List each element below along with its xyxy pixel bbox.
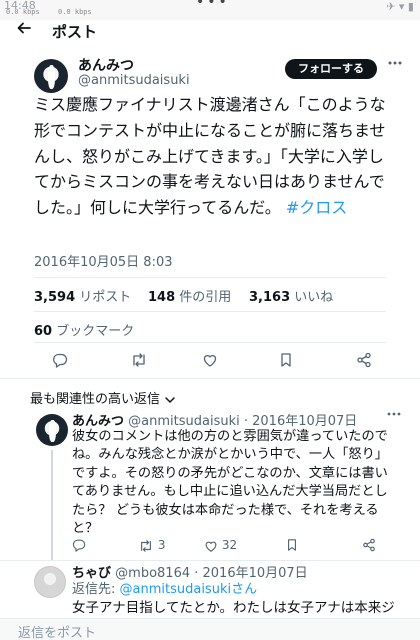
bookmarks-label: ブックマーク	[56, 324, 135, 339]
network-speed-left: 0.0 kbps	[6, 8, 40, 16]
more-options-icon[interactable]	[386, 56, 404, 70]
reply-text: 彼女のコメントは他の方のと雰囲気が違っていたのでね。みんな残念とか涙がとかいう中…	[72, 429, 388, 537]
chevron-down-icon	[164, 395, 176, 405]
reply-actions: 3 32	[72, 538, 382, 556]
tweet-text: ミス慶應ファイナリスト渡邊渚さん「このような形でコンテストが中止になることが腑に…	[34, 92, 394, 221]
reply2-reply-to: 返信先: @anmitsudaisukiさん	[72, 578, 257, 597]
reply-to-mention[interactable]: @anmitsudaisukiさん	[120, 582, 258, 597]
retweet-icon[interactable]	[130, 352, 148, 368]
share-icon[interactable]	[356, 352, 372, 368]
reply2-avatar[interactable]	[34, 566, 66, 598]
page-title: ポスト	[52, 23, 98, 41]
top-bar: ポスト	[0, 20, 420, 48]
divider	[34, 277, 386, 278]
reply-like-button[interactable]: 32	[204, 538, 237, 553]
reply-retweet-button[interactable]: 3	[138, 538, 165, 553]
reply-reply-icon[interactable]	[72, 538, 86, 552]
replies-sort-label: 最も関連性の高い返信	[30, 392, 161, 407]
bookmarks-stat[interactable]: 60 ブックマーク	[34, 320, 134, 339]
retweet-icon	[138, 539, 154, 553]
network-speed-right: 0.0 kbps	[58, 8, 92, 16]
likes-count: 3,163	[249, 290, 291, 305]
author-avatar[interactable]	[34, 59, 68, 93]
reposts-label: リポスト	[79, 290, 132, 305]
likes-label: いいね	[294, 290, 334, 305]
reply-composer[interactable]: 返信をポスト	[0, 618, 420, 640]
reply-avatar[interactable]	[36, 414, 68, 446]
reply-more-icon[interactable]	[386, 408, 402, 420]
reply-date[interactable]: · 2016年10月07日	[244, 414, 357, 429]
thread-line	[51, 450, 53, 560]
reply-to-prefix: 返信先:	[72, 582, 120, 597]
likes-stat[interactable]: 3,163 いいね	[249, 286, 333, 305]
status-icons: ✈ ▾ ▮	[386, 0, 414, 13]
like-icon	[204, 539, 218, 553]
divider	[34, 311, 386, 312]
author-name[interactable]: あんみつ	[78, 55, 134, 75]
reply-retweet-count: 3	[157, 538, 166, 552]
reply-author-name[interactable]: あんみつ	[72, 414, 124, 429]
reply-header: あんみつ @anmitsudaisuki · 2016年10月07日	[72, 410, 357, 429]
bookmarks-count: 60	[34, 324, 53, 339]
reply-share-icon[interactable]	[362, 538, 376, 552]
reply2-text: 女子アナ目指してたとか。わたしは女子アナは本来ジ	[72, 600, 395, 616]
quotes-label: 件の引用	[179, 290, 232, 305]
reply-icon[interactable]	[52, 352, 68, 368]
window-dots-icon: •••	[196, 0, 230, 10]
divider	[0, 560, 420, 561]
quotes-stat[interactable]: 148 件の引用	[148, 286, 231, 305]
reply-like-count: 32	[221, 538, 238, 552]
bookmark-icon[interactable]	[279, 352, 293, 368]
tweet-timestamp[interactable]: 2016年10月05日 8:03	[34, 251, 173, 270]
divider	[34, 342, 386, 343]
reposts-count: 3,594	[34, 290, 76, 305]
follow-button[interactable]: フォローする	[285, 59, 377, 79]
replies-sort-dropdown[interactable]: 最も関連性の高い返信	[30, 388, 176, 407]
reply-bookmark-icon[interactable]	[286, 538, 298, 552]
back-arrow-icon[interactable]	[16, 20, 32, 36]
quotes-count: 148	[148, 290, 176, 305]
reply-author-handle[interactable]: @anmitsudaisuki	[128, 414, 240, 429]
composer-placeholder: 返信をポスト	[18, 626, 97, 640]
hashtag-link[interactable]: #クロス	[286, 198, 347, 217]
status-bar: 14:48 0.0 kbps 0.0 kbps ••• ✈ ▾ ▮	[0, 0, 420, 20]
divider	[0, 378, 420, 379]
author-handle[interactable]: @anmitsudaisuki	[78, 73, 190, 88]
like-icon[interactable]	[202, 352, 218, 368]
tweet-actions	[34, 352, 386, 372]
reposts-stat[interactable]: 3,594 リポスト	[34, 286, 131, 305]
